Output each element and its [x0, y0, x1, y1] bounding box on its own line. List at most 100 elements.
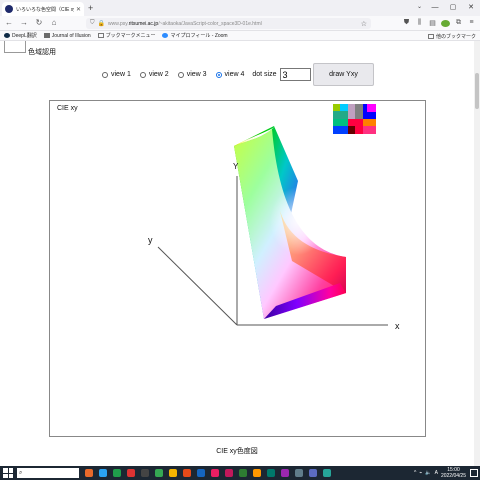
- deepl-icon: [4, 33, 10, 38]
- pocket-icon[interactable]: ⛊: [402, 19, 411, 29]
- windows-taskbar: ⌕ ^ ⌁ 🔈 A 15:00 2022/04/25: [0, 466, 480, 480]
- network-icon[interactable]: ⌁: [419, 470, 422, 476]
- gamut-white-highlight: [270, 187, 326, 255]
- bookmark-label: DeepL翻訳: [12, 33, 37, 39]
- bookmark-zoom[interactable]: マイプロフィール - Zoom: [162, 32, 228, 39]
- journal-icon: [43, 33, 50, 38]
- radio-view-2[interactable]: view 2: [139, 71, 169, 78]
- bookmark-deepl[interactable]: DeepL翻訳: [4, 32, 37, 39]
- taskbar-app-icon[interactable]: [183, 469, 191, 477]
- taskbar-app-icon[interactable]: [295, 469, 303, 477]
- back-arrow-icon[interactable]: ←: [3, 17, 15, 29]
- forward-arrow-icon[interactable]: →: [18, 17, 30, 29]
- navigation-bar: ← → ↻ ⌂ ⛉ 🔒 www.psy.ritsumei.ac.jp/~akit…: [0, 16, 480, 31]
- taskbar-app-icon[interactable]: [281, 469, 289, 477]
- page-content: 色域認用 view 1 view 2 view 3 view 4 dot siz…: [0, 41, 474, 466]
- chevron-up-icon[interactable]: ^: [414, 470, 416, 476]
- axis-label-y: y: [148, 235, 153, 245]
- bookmark-journal[interactable]: Journal of Illusion: [43, 33, 91, 39]
- taskbar-clock[interactable]: 15:00 2022/04/25: [441, 467, 466, 479]
- close-window-icon[interactable]: ✕: [462, 0, 480, 16]
- bookmark-menu[interactable]: ブックマークメニュー: [97, 32, 156, 39]
- volume-icon[interactable]: 🔈: [425, 470, 431, 476]
- home-icon[interactable]: ⌂: [48, 17, 60, 29]
- taskbar-app-icon[interactable]: [309, 469, 317, 477]
- radio-label: view 3: [186, 71, 207, 78]
- radio-button[interactable]: [139, 71, 146, 78]
- taskbar-app-icon[interactable]: [85, 469, 93, 477]
- zoom-icon: [162, 33, 169, 38]
- scrollbar-thumb[interactable]: [475, 73, 479, 109]
- lock-icon[interactable]: 🔒: [98, 20, 105, 27]
- radio-view-1[interactable]: view 1: [102, 71, 131, 78]
- bookmark-star-icon[interactable]: ☆: [361, 20, 367, 28]
- folder-icon: [97, 33, 104, 38]
- draw-yxy-button[interactable]: draw Yxy: [313, 63, 374, 86]
- taskbar-app-list: [79, 469, 331, 477]
- extensions-icon[interactable]: ⧉: [454, 19, 463, 29]
- taskbar-app-icon[interactable]: [99, 469, 107, 477]
- taskbar-app-icon[interactable]: [169, 469, 177, 477]
- url-host: ritsumei.ac.jp: [128, 20, 159, 27]
- taskbar-app-icon[interactable]: [267, 469, 275, 477]
- taskbar-app-icon[interactable]: [141, 469, 149, 477]
- url-prefix: www.psy.: [108, 20, 129, 27]
- taskbar-app-icon[interactable]: [197, 469, 205, 477]
- taskbar-app-icon[interactable]: [239, 469, 247, 477]
- axis-label-x: x: [395, 321, 400, 331]
- system-tray: ^ ⌁ 🔈 A 15:00 2022/04/25: [414, 467, 466, 479]
- radio-label: view 4: [224, 71, 245, 78]
- taskbar-app-icon[interactable]: [113, 469, 121, 477]
- windows-start-icon[interactable]: [3, 468, 13, 478]
- minimize-icon[interactable]: —: [426, 0, 444, 16]
- url-path: /~akitaoka/JavaScript-color_space3D-01e.…: [158, 20, 262, 27]
- other-bookmarks[interactable]: 他のブックマーク: [427, 33, 476, 40]
- taskbar-app-icon[interactable]: [127, 469, 135, 477]
- search-icon: ⌕: [19, 469, 23, 476]
- palette-thumbnail: [333, 104, 376, 134]
- radio-view-3[interactable]: view 3: [177, 71, 207, 78]
- page-scrollbar[interactable]: [474, 41, 480, 466]
- menu-icon[interactable]: ≡: [467, 19, 476, 29]
- shield-icon[interactable]: ⛉: [90, 20, 95, 27]
- taskbar-app-icon[interactable]: [211, 469, 219, 477]
- folder-icon: [427, 34, 434, 39]
- bookmark-label: ブックマークメニュー: [105, 33, 156, 39]
- profile-icon[interactable]: [441, 19, 450, 29]
- radio-button-selected[interactable]: [215, 71, 222, 78]
- site-favicon-icon: [5, 5, 13, 13]
- radio-view-4[interactable]: view 4: [215, 71, 245, 78]
- radio-label: view 1: [111, 71, 131, 78]
- new-tab-button[interactable]: +: [88, 2, 93, 14]
- browser-tab-active[interactable]: いろいろな色空間（CIE xy, CIELuv ✕: [2, 2, 84, 16]
- notification-icon[interactable]: [470, 469, 478, 477]
- library-icon[interactable]: ⫼: [415, 19, 424, 29]
- ime-icon[interactable]: A: [435, 470, 438, 476]
- clock-date: 2022/04/25: [440, 473, 466, 479]
- radio-button[interactable]: [177, 71, 184, 78]
- reload-icon[interactable]: ↻: [33, 17, 45, 29]
- taskbar-app-icon[interactable]: [225, 469, 233, 477]
- address-bar[interactable]: ⛉ 🔒 www.psy.ritsumei.ac.jp/~akitaoka/Jav…: [86, 18, 371, 29]
- window-controls: — ▢ ✕: [426, 0, 480, 16]
- close-icon[interactable]: ✕: [76, 6, 81, 13]
- cie-3d-plot: x y Y: [148, 104, 400, 331]
- y-axis-line: [157, 246, 238, 326]
- toolbar-icons: ⛊ ⫼ ▤ ⧉ ≡: [402, 19, 476, 29]
- taskbar-app-icon[interactable]: [155, 469, 163, 477]
- maximize-icon[interactable]: ▢: [444, 0, 462, 16]
- taskbar-app-icon[interactable]: [323, 469, 331, 477]
- url-text[interactable]: www.psy.ritsumei.ac.jp/~akitaoka/JavaScr…: [108, 21, 361, 27]
- gamut-label: 色域認用: [28, 49, 56, 56]
- dot-size-label: dot size: [252, 71, 277, 78]
- gamut-checkbox[interactable]: [4, 41, 26, 53]
- taskbar-search-box[interactable]: ⌕: [17, 468, 79, 478]
- other-bookmarks-label: 他のブックマーク: [435, 34, 476, 40]
- taskbar-app-icon[interactable]: [253, 469, 261, 477]
- cie-canvas[interactable]: CIE xy x y Y: [49, 100, 426, 437]
- chevron-down-icon[interactable]: ⌄: [417, 3, 422, 10]
- dot-size-input[interactable]: [279, 68, 311, 81]
- radio-button[interactable]: [102, 71, 108, 78]
- sidebar-icon[interactable]: ▤: [428, 19, 437, 29]
- axis-label-Y: Y: [233, 162, 239, 171]
